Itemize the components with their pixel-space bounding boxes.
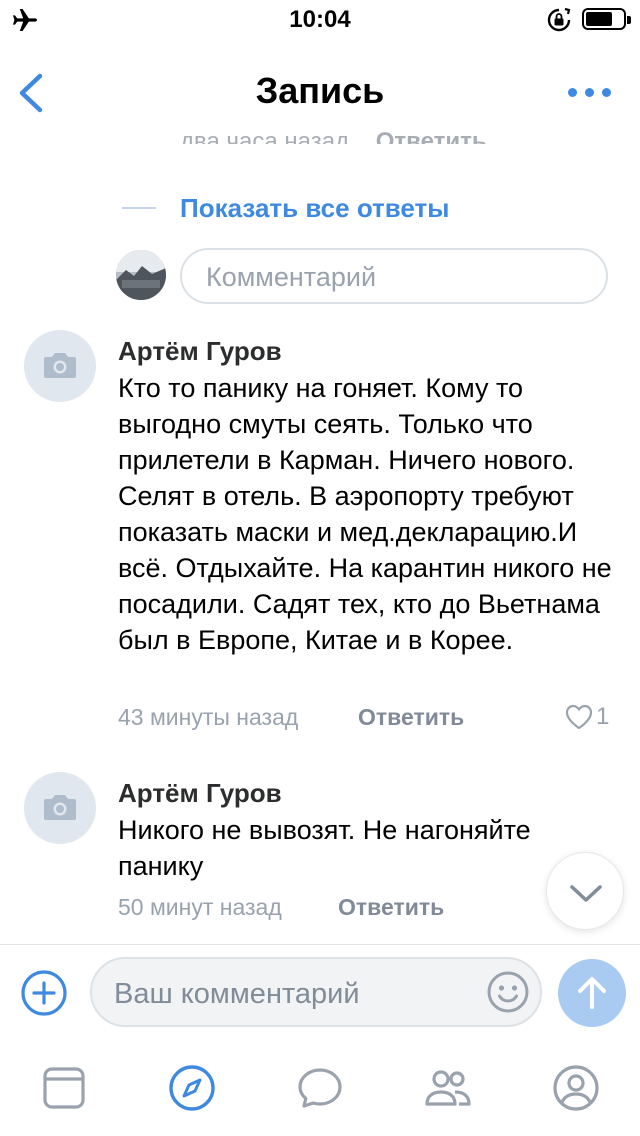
chevron-down-icon: [570, 885, 602, 902]
comment-author[interactable]: Артём Гуров: [118, 778, 282, 809]
comment-text: Кто то панику на гоняет. Кому то выгодно…: [118, 373, 612, 655]
comment-composer: Ваш комментарий: [0, 944, 640, 1040]
news-tab-icon[interactable]: [38, 1062, 90, 1114]
status-bar: 10:04: [0, 0, 640, 40]
arrow-up-icon: [578, 977, 606, 1009]
thread-line: [122, 207, 156, 209]
scroll-down-button[interactable]: [546, 852, 624, 930]
reply-button[interactable]: Ответить: [376, 128, 487, 144]
reply-button[interactable]: Ответить: [358, 704, 464, 731]
profile-tab-icon[interactable]: [550, 1062, 602, 1114]
rotation-lock-icon: [547, 7, 571, 32]
reply-input-placeholder: Комментарий: [206, 262, 377, 292]
comment-input-placeholder: Ваш комментарий: [114, 978, 360, 1010]
show-all-replies-label: Показать все ответы: [180, 193, 450, 223]
messages-tab-icon[interactable]: [294, 1062, 346, 1114]
friends-tab-icon[interactable]: [422, 1062, 474, 1114]
like-icon[interactable]: [564, 703, 594, 731]
comment-author[interactable]: Артём Гуров: [118, 336, 282, 367]
reply-input[interactable]: Комментарий: [180, 248, 608, 304]
reply-timestamp: два часа назад: [180, 128, 350, 144]
user-avatar: [116, 250, 166, 300]
more-button[interactable]: [566, 82, 614, 102]
show-all-replies-link[interactable]: Показать все ответы: [122, 190, 542, 226]
avatar[interactable]: [24, 330, 96, 402]
smile-icon[interactable]: [486, 970, 530, 1014]
camera-icon: [44, 795, 76, 820]
status-time: 10:04: [289, 6, 351, 33]
plus-circle-icon[interactable]: [20, 969, 68, 1017]
send-button[interactable]: [558, 959, 626, 1027]
battery-icon: [582, 8, 631, 30]
reply-button[interactable]: Ответить: [338, 894, 444, 921]
comment-timestamp: 50 минут назад: [118, 894, 282, 920]
tab-bar: [0, 1040, 640, 1136]
page-title: Запись: [255, 70, 385, 111]
like-count: 1: [596, 703, 610, 730]
avatar[interactable]: [24, 772, 96, 844]
camera-icon: [44, 353, 76, 378]
comment-timestamp: 43 минуты назад: [118, 704, 299, 730]
previous-reply-meta: два часа назад Ответить: [180, 122, 620, 144]
comment-text: Никого не вывозят. Не нагоняйте панику: [118, 815, 531, 881]
discover-tab-icon[interactable]: [166, 1062, 218, 1114]
comment-input[interactable]: Ваш комментарий: [90, 957, 542, 1027]
